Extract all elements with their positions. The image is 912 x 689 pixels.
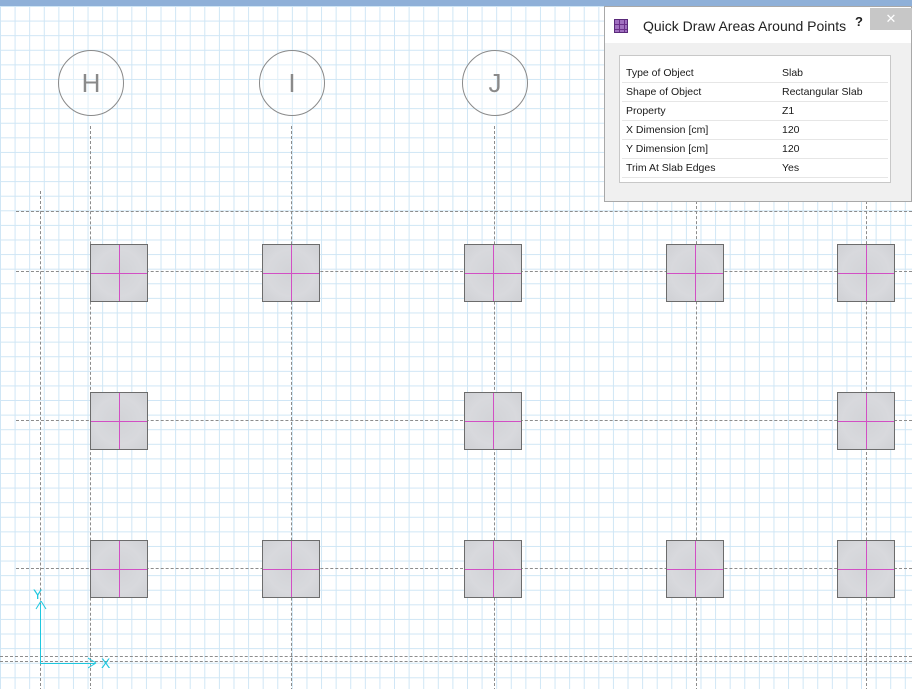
- gridline-row-top: [16, 211, 912, 212]
- x-axis-line: [40, 663, 95, 664]
- close-button[interactable]: ✕: [870, 8, 912, 30]
- property-name: Property: [622, 101, 778, 121]
- table-row[interactable]: Y Dimension [cm] 120: [622, 139, 888, 159]
- slab-center-mark: [263, 273, 319, 274]
- property-name: X Dimension [cm]: [622, 120, 778, 140]
- slab-center-mark: [667, 273, 723, 274]
- property-value[interactable]: Z1: [778, 101, 888, 121]
- dialog-title-bar[interactable]: Quick Draw Areas Around Points ? ✕: [605, 7, 912, 43]
- slab[interactable]: [90, 244, 148, 302]
- grid-bubble-label: J: [488, 67, 502, 98]
- properties-table: Type of Object Slab Shape of Object Rectan…: [622, 64, 888, 178]
- table-row[interactable]: Property Z1: [622, 101, 888, 121]
- help-button[interactable]: ?: [855, 14, 863, 29]
- slab-center-mark: [465, 421, 521, 422]
- y-axis-line: [40, 604, 41, 664]
- property-name: Trim At Slab Edges: [622, 158, 778, 178]
- property-value[interactable]: Slab: [778, 64, 888, 83]
- grid-bubble-h: H: [58, 50, 124, 116]
- slab-center-mark: [838, 273, 894, 274]
- grid-bubble-j: J: [462, 50, 528, 116]
- property-value[interactable]: 120: [778, 120, 888, 140]
- slab[interactable]: [464, 244, 522, 302]
- slab[interactable]: [666, 244, 724, 302]
- table-row[interactable]: Type of Object Slab: [622, 64, 888, 83]
- dialog-title: Quick Draw Areas Around Points: [643, 18, 847, 34]
- gridline-row-bottom-b: [0, 661, 912, 662]
- slab[interactable]: [464, 540, 522, 598]
- slab-center-mark: [465, 273, 521, 274]
- property-name: Y Dimension [cm]: [622, 139, 778, 159]
- app-grid-icon: [614, 19, 628, 33]
- quick-draw-dialog[interactable]: Quick Draw Areas Around Points ? ✕ Type …: [604, 6, 912, 202]
- slab[interactable]: [90, 392, 148, 450]
- grid-bubble-i: I: [259, 50, 325, 116]
- property-name: Shape of Object: [622, 82, 778, 102]
- slab[interactable]: [837, 392, 895, 450]
- property-value[interactable]: Rectangular Slab: [778, 82, 888, 102]
- table-row[interactable]: X Dimension [cm] 120: [622, 120, 888, 140]
- slab[interactable]: [837, 540, 895, 598]
- property-value[interactable]: 120: [778, 139, 888, 159]
- slab-center-mark: [91, 569, 147, 570]
- slab-center-mark: [465, 569, 521, 570]
- slab-center-mark: [91, 421, 147, 422]
- slab-center-mark: [667, 569, 723, 570]
- x-axis-label: X: [101, 655, 111, 671]
- table-row[interactable]: Trim At Slab Edges Yes: [622, 158, 888, 178]
- slab-center-mark: [263, 569, 319, 570]
- grid-bubble-label: I: [288, 67, 296, 98]
- slab[interactable]: [837, 244, 895, 302]
- slab[interactable]: [262, 244, 320, 302]
- gridline-row-bottom-a: [0, 656, 912, 657]
- axis-arrow-icon: [88, 657, 97, 669]
- grid-bubble-label: H: [81, 67, 101, 98]
- slab[interactable]: [90, 540, 148, 598]
- slab-center-mark: [838, 569, 894, 570]
- slab[interactable]: [464, 392, 522, 450]
- y-axis-label: Y: [33, 586, 43, 602]
- axis-arrow-icon: [35, 601, 47, 610]
- slab-center-mark: [838, 421, 894, 422]
- property-value[interactable]: Yes: [778, 158, 888, 178]
- slab-center-mark: [91, 273, 147, 274]
- slab[interactable]: [666, 540, 724, 598]
- table-row[interactable]: Shape of Object Rectangular Slab: [622, 82, 888, 102]
- slab[interactable]: [262, 540, 320, 598]
- property-name: Type of Object: [622, 64, 778, 83]
